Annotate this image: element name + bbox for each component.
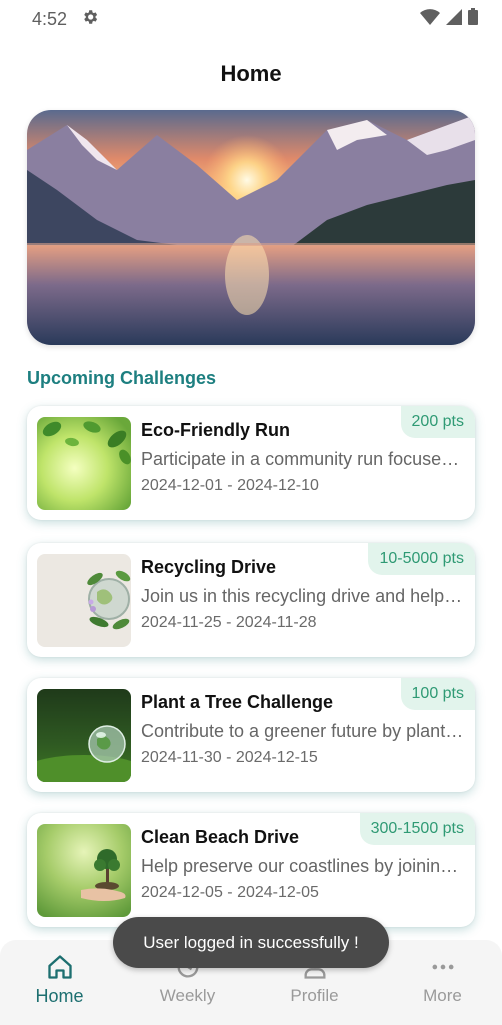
hero-banner-image (27, 110, 475, 345)
card-dates: 2024-12-01 - 2024-12-10 (141, 477, 319, 494)
status-time: 4:52 (32, 8, 68, 29)
card-dates: 2024-11-30 - 2024-12-15 (141, 749, 318, 766)
points-badge: 300-1500 pts (359, 813, 475, 845)
section-title: Upcoming Challenges (27, 368, 217, 388)
globe-with-plants-image (37, 554, 131, 647)
card-title: Recycling Drive (141, 557, 277, 577)
green-leaves-image (37, 417, 131, 510)
signal-icon (446, 8, 462, 30)
tree-in-hand-image (37, 824, 131, 917)
challenge-card[interactable]: Clean Beach Drive Help preserve our coas… (27, 813, 475, 927)
nav-item-more[interactable]: More (380, 940, 502, 1025)
card-title: Eco-Friendly Run (141, 420, 291, 440)
points-badge: 200 pts (400, 406, 475, 438)
card-description: Help preserve our coastlines by joining … (141, 856, 465, 876)
challenge-card[interactable]: Eco-Friendly Run Participate in a commun… (27, 406, 475, 520)
nav-label-profile: Profile (290, 986, 339, 1005)
toast-message: User logged in successfully ! (113, 917, 389, 968)
home-icon (46, 953, 74, 981)
nav-item-home[interactable]: Home (0, 940, 122, 1025)
nav-label-more: More (423, 986, 462, 1005)
card-description: Participate in a community run focused o… (141, 449, 465, 469)
card-dates: 2024-12-05 - 2024-12-05 (141, 884, 319, 901)
page-title: Home (220, 61, 282, 86)
card-title: Clean Beach Drive (141, 827, 300, 847)
points-badge: 100 pts (400, 678, 475, 710)
challenge-card[interactable]: Recycling Drive Join us in this recyclin… (27, 543, 475, 657)
more-dots-icon (429, 953, 457, 981)
nav-label-home: Home (35, 986, 84, 1006)
settings-gear-icon (81, 8, 99, 31)
battery-icon (468, 8, 478, 30)
card-title: Plant a Tree Challenge (141, 692, 334, 712)
points-badge: 10-5000 pts (368, 543, 475, 575)
challenge-card[interactable]: Plant a Tree Challenge Contribute to a g… (27, 678, 475, 792)
status-bar: 4:52 (0, 0, 502, 38)
nav-label-weekly: Weekly (159, 986, 216, 1005)
card-description: Contribute to a greener future by planti… (141, 721, 465, 741)
card-description: Join us in this recycling drive and help… (141, 586, 465, 606)
glass-globe-on-moss-image (37, 689, 131, 782)
wifi-icon (420, 8, 440, 30)
card-dates: 2024-11-25 - 2024-11-28 (141, 614, 317, 631)
status-right (420, 8, 478, 30)
status-left: 4:52 (32, 8, 99, 31)
